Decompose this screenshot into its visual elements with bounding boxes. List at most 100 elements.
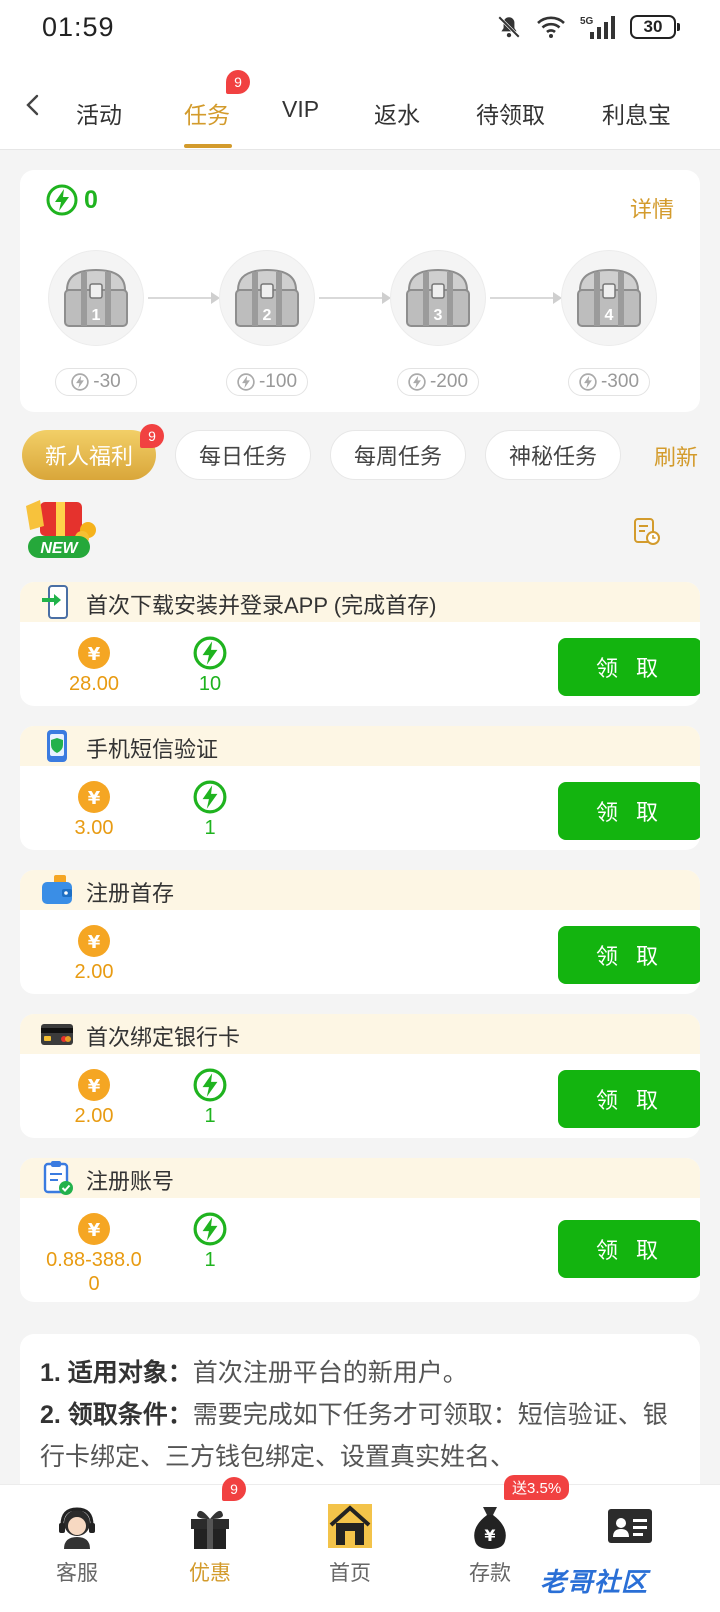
svg-text:5G: 5G [580, 16, 594, 27]
watermark-text: 老哥社区 [540, 1567, 649, 1597]
rule-item-1: 1. 适用对象：首次注册平台的新用户。 [40, 1352, 680, 1394]
category-newbie-badge: 9 [140, 424, 164, 448]
tab-activities[interactable]: 活动 [76, 96, 122, 130]
category-weekly[interactable]: 每周任务 [330, 430, 466, 480]
rule-1-label: 1. 适用对象： [40, 1359, 193, 1387]
energy-reward: 1 [150, 1212, 270, 1272]
claim-button[interactable]: 领 取 [558, 638, 700, 696]
phone-shield-icon [47, 730, 67, 762]
chest-arrow-1 [148, 292, 220, 304]
chest-3-number: 3 [434, 307, 443, 324]
coin-reward-value: 2.00 [74, 1105, 114, 1127]
chest-4-cost: -300 [568, 368, 650, 396]
nav-deposit[interactable]: ¥ 存款 [435, 1491, 545, 1601]
nav-home[interactable]: 首页 [295, 1491, 405, 1601]
treasure-chest-icon: 1 [64, 268, 128, 327]
task-title: 注册账号 [86, 1169, 175, 1194]
lightning-energy-icon [193, 1212, 227, 1246]
coin-reward-value: 2.00 [74, 961, 114, 983]
tab-vip[interactable]: VIP [282, 96, 319, 123]
svg-text:¥: ¥ [88, 1076, 101, 1097]
chest-2-cost: -100 [226, 368, 308, 396]
nav-home-label: 首页 [329, 1562, 371, 1585]
rule-item-2: 2. 领取条件：需要完成如下任务才可领取：短信验证、银行卡绑定、三方钱包绑定、设… [40, 1394, 680, 1478]
status-icons: 5G 30 [496, 14, 680, 40]
coin-reward: ¥ 2.00 [34, 1068, 154, 1128]
mute-bell-icon [498, 16, 520, 38]
category-mystery[interactable]: 神秘任务 [485, 430, 621, 480]
chest-arrow-3 [490, 292, 562, 304]
yuan-coin-icon: ¥ [78, 1069, 110, 1101]
chest-4-number: 4 [605, 307, 614, 324]
lightning-energy-icon [579, 373, 597, 391]
tab-tasks[interactable]: 任务 [184, 96, 230, 130]
yuan-coin-icon: ¥ [78, 781, 110, 813]
rule-1-text: 首次注册平台的新用户。 [192, 1359, 468, 1387]
lightning-energy-icon [193, 636, 227, 670]
tab-rebate[interactable]: 返水 [374, 96, 420, 130]
back-arrow-icon[interactable] [18, 88, 48, 122]
task-card-first-deposit: 注册首存 ¥ 2.00 领 取 [20, 870, 700, 994]
deposit-promo-tag: 送3.5% [504, 1475, 570, 1500]
task-title: 首次绑定银行卡 [86, 1025, 241, 1050]
chest-progress-card: 0 详情 1 2 3 4 -30 -100 -200 -300 [20, 170, 700, 412]
tab-tasks-badge: 9 [226, 70, 250, 94]
gift-box-icon [191, 1510, 229, 1549]
chest-1-cost: -30 [55, 368, 137, 396]
chest-2[interactable]: 2 [219, 250, 315, 346]
treasure-chest-icon: 4 [577, 268, 641, 327]
chest-3[interactable]: 3 [390, 250, 486, 346]
claim-button[interactable]: 领 取 [558, 1070, 700, 1128]
lightning-energy-icon [46, 184, 78, 216]
treasure-chest-icon: 2 [235, 268, 299, 327]
chest-3-cost-value: -200 [429, 371, 469, 392]
yuan-coin-icon: ¥ [78, 925, 110, 957]
svg-text:¥: ¥ [88, 644, 101, 665]
nav-customer-service-label: 客服 [56, 1562, 98, 1585]
claim-button[interactable]: 领 取 [558, 926, 700, 984]
lightning-energy-icon [193, 780, 227, 814]
nav-customer-service[interactable]: 客服 [22, 1491, 132, 1601]
battery-indicator: 30 [630, 15, 680, 39]
chest-2-number: 2 [263, 307, 272, 324]
coin-reward: ¥ 3.00 [34, 780, 154, 840]
lightning-energy-icon [408, 373, 426, 391]
task-title: 首次下载安装并登录APP (完成首存) [86, 593, 437, 618]
lightning-energy-icon [237, 373, 255, 391]
yuan-coin-icon: ¥ [78, 637, 110, 669]
task-card-download-app: 首次下载安装并登录APP (完成首存) ¥ 28.00 10 领 取 [20, 582, 700, 706]
task-category-row: 新人福利 9 每日任务 每周任务 神秘任务 刷新 [0, 424, 720, 482]
claim-button[interactable]: 领 取 [558, 1220, 700, 1278]
energy-reward: 1 [150, 1068, 270, 1128]
nav-promotions[interactable]: 优惠 [155, 1491, 265, 1601]
category-daily[interactable]: 每日任务 [175, 430, 311, 480]
chest-4[interactable]: 4 [561, 250, 657, 346]
new-gift-logo-icon: NEW [26, 500, 96, 558]
category-newbie[interactable]: 新人福利 [22, 430, 156, 480]
detail-link[interactable]: 详情 [630, 192, 674, 224]
nav-promotions-label: 优惠 [189, 1562, 231, 1585]
chest-2-cost-value: -100 [258, 371, 298, 392]
nav-promotions-badge: 9 [222, 1477, 246, 1501]
headset-agent-icon [59, 1507, 95, 1549]
lightning-energy-icon [71, 373, 89, 391]
energy-reward-value: 1 [204, 1249, 216, 1271]
tab-interest[interactable]: 利息宝 [602, 96, 671, 130]
task-history-icon[interactable] [631, 516, 661, 546]
tab-pending[interactable]: 待领取 [476, 96, 545, 130]
task-header: 首次下载安装并登录APP (完成首存) [20, 582, 700, 622]
chest-1-cost-value: -30 [93, 371, 121, 392]
chest-3-cost: -200 [397, 368, 479, 396]
energy-reward: 10 [150, 636, 270, 696]
energy-count: 0 [46, 184, 98, 216]
treasure-chest-icon: 3 [406, 268, 470, 327]
wifi-icon [537, 16, 565, 38]
energy-reward-value: 1 [204, 817, 216, 839]
svg-text:¥: ¥ [88, 1220, 101, 1241]
refresh-link[interactable]: 刷新 [654, 440, 698, 472]
status-bar: 01:59 5G 30 [0, 0, 720, 56]
chest-1[interactable]: 1 [48, 250, 144, 346]
download-app-icon [42, 585, 68, 619]
bank-card-icon [41, 1024, 73, 1045]
claim-button[interactable]: 领 取 [558, 782, 700, 840]
